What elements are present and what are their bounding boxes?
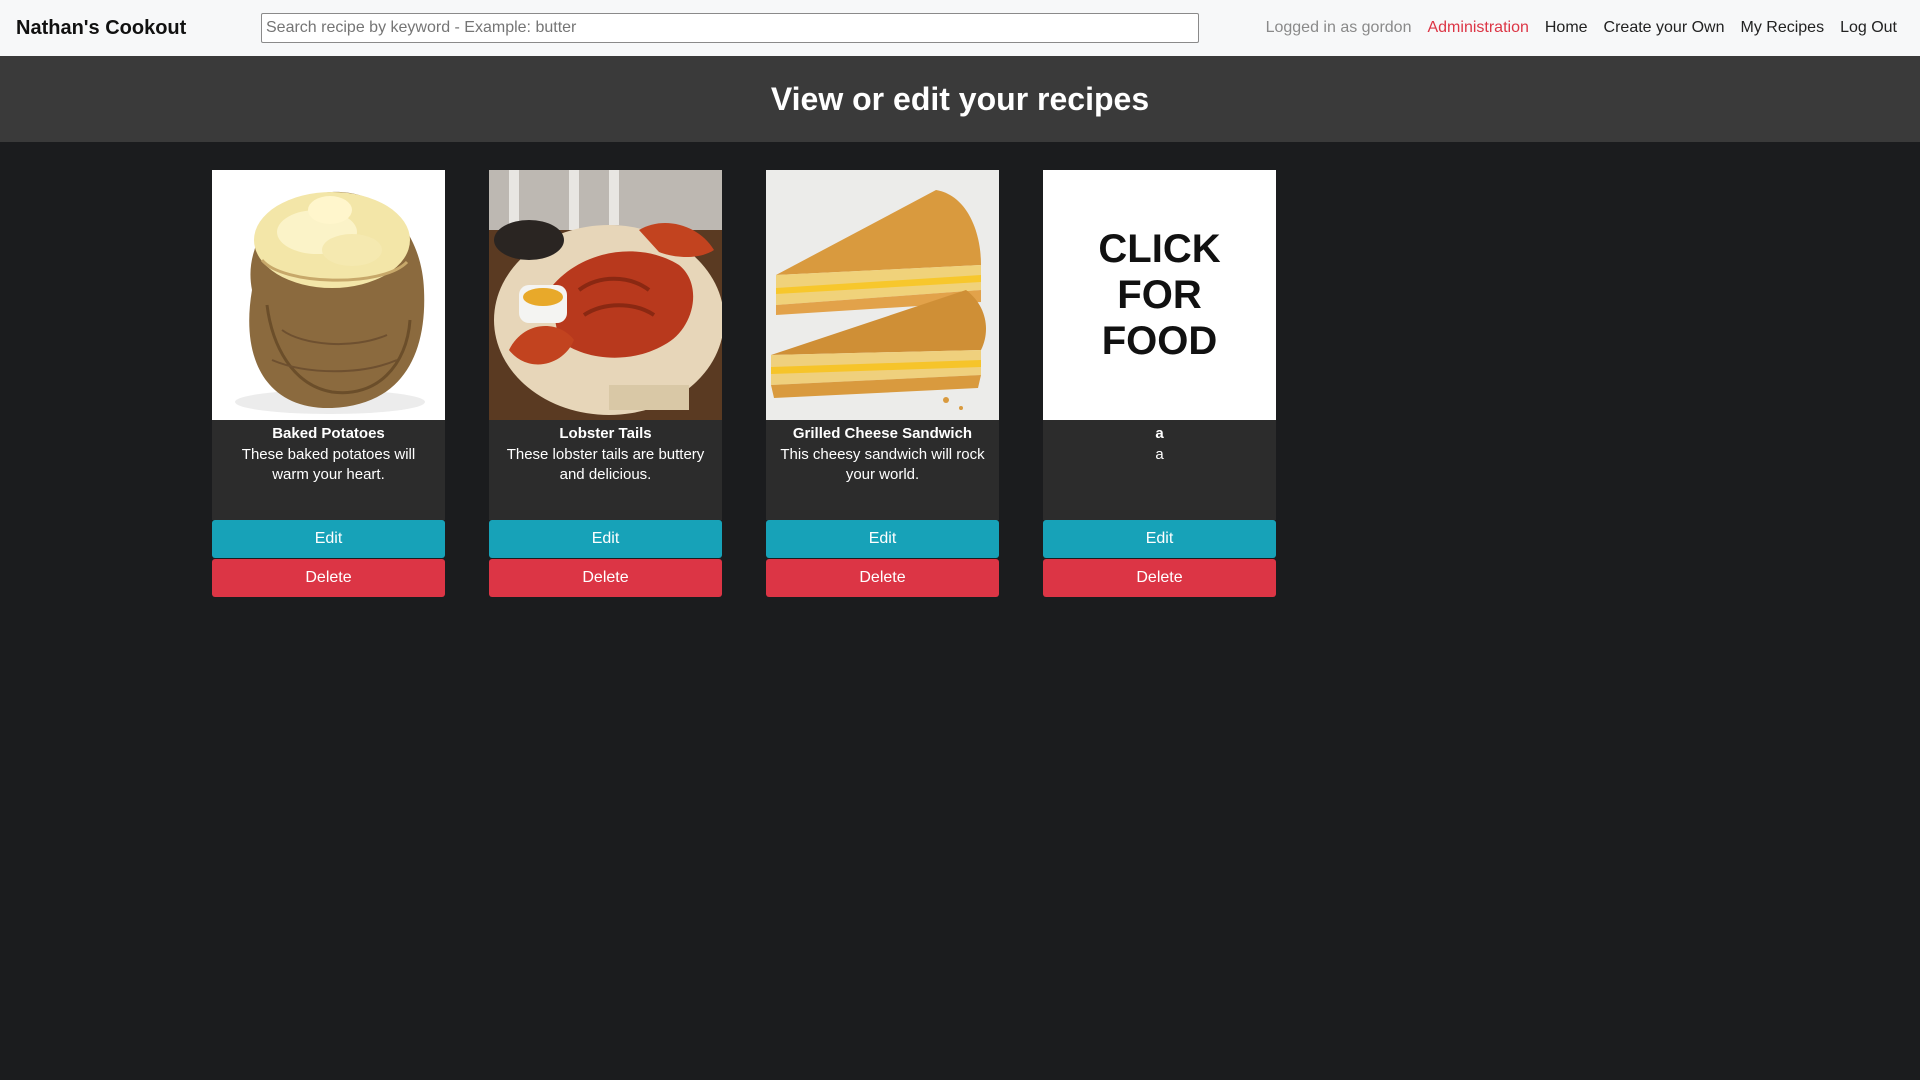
recipe-image-placeholder[interactable]: CLICK FOR FOOD <box>1043 170 1276 420</box>
recipe-description: a <box>1155 446 1164 463</box>
edit-button[interactable]: Edit <box>489 520 722 558</box>
delete-button[interactable]: Delete <box>766 559 999 597</box>
recipe-description: These baked potatoes will warm your hear… <box>241 446 416 483</box>
lobster-image <box>489 170 722 420</box>
recipe-image-lobster[interactable] <box>489 170 722 420</box>
brand-logo[interactable]: Nathan's Cookout <box>16 0 186 56</box>
baked-potato-image <box>212 170 445 420</box>
edit-button[interactable]: Edit <box>766 520 999 558</box>
recipe-description: This cheesy sandwich will rock your worl… <box>780 446 985 483</box>
recipe-card-body: a a <box>1043 420 1276 520</box>
recipe-card: Lobster Tails These lobster tails are bu… <box>489 170 722 597</box>
delete-button[interactable]: Delete <box>212 559 445 597</box>
recipe-image-baked-potato[interactable] <box>212 170 445 420</box>
recipe-title: Lobster Tails <box>559 425 652 442</box>
nav-create-your-own[interactable]: Create your Own <box>1604 19 1725 37</box>
edit-button[interactable]: Edit <box>1043 520 1276 558</box>
recipe-title: Grilled Cheese Sandwich <box>792 425 973 442</box>
recipe-description: These lobster tails are buttery and deli… <box>506 446 705 483</box>
search-input[interactable] <box>261 13 1199 43</box>
recipe-card: Baked Potatoes These baked potatoes will… <box>212 170 445 597</box>
nav-home[interactable]: Home <box>1545 19 1588 37</box>
recipe-card-body: Grilled Cheese Sandwich This cheesy sand… <box>766 420 999 520</box>
logged-in-label: Logged in as gordon <box>1265 19 1412 36</box>
recipe-title: Baked Potatoes <box>272 425 385 442</box>
delete-button[interactable]: Delete <box>1043 559 1276 597</box>
delete-button[interactable]: Delete <box>489 559 722 597</box>
page-title: View or edit your recipes <box>770 80 1150 117</box>
grilled-cheese-image <box>766 170 999 420</box>
recipe-card-body: Lobster Tails These lobster tails are bu… <box>489 420 722 520</box>
placeholder-image-text: CLICK FOR FOOD <box>1098 227 1221 363</box>
nav-links: Logged in as gordon Administration Home … <box>1266 0 1897 56</box>
nav-log-out[interactable]: Log Out <box>1840 19 1897 37</box>
navbar: Nathan's Cookout Logged in as gordon Adm… <box>0 0 1920 56</box>
edit-button[interactable]: Edit <box>212 520 445 558</box>
recipe-card-body: Baked Potatoes These baked potatoes will… <box>212 420 445 520</box>
nav-administration[interactable]: Administration <box>1427 19 1528 37</box>
recipe-card: Grilled Cheese Sandwich This cheesy sand… <box>766 170 999 597</box>
recipe-title: a <box>1155 425 1164 442</box>
page-header: View or edit your recipes <box>0 56 1920 142</box>
recipe-image-grilled-cheese[interactable] <box>766 170 999 420</box>
recipe-grid: Baked Potatoes These baked potatoes will… <box>212 170 1276 597</box>
recipe-card: CLICK FOR FOOD a a Edit Delete <box>1043 170 1276 597</box>
nav-my-recipes[interactable]: My Recipes <box>1740 19 1824 37</box>
